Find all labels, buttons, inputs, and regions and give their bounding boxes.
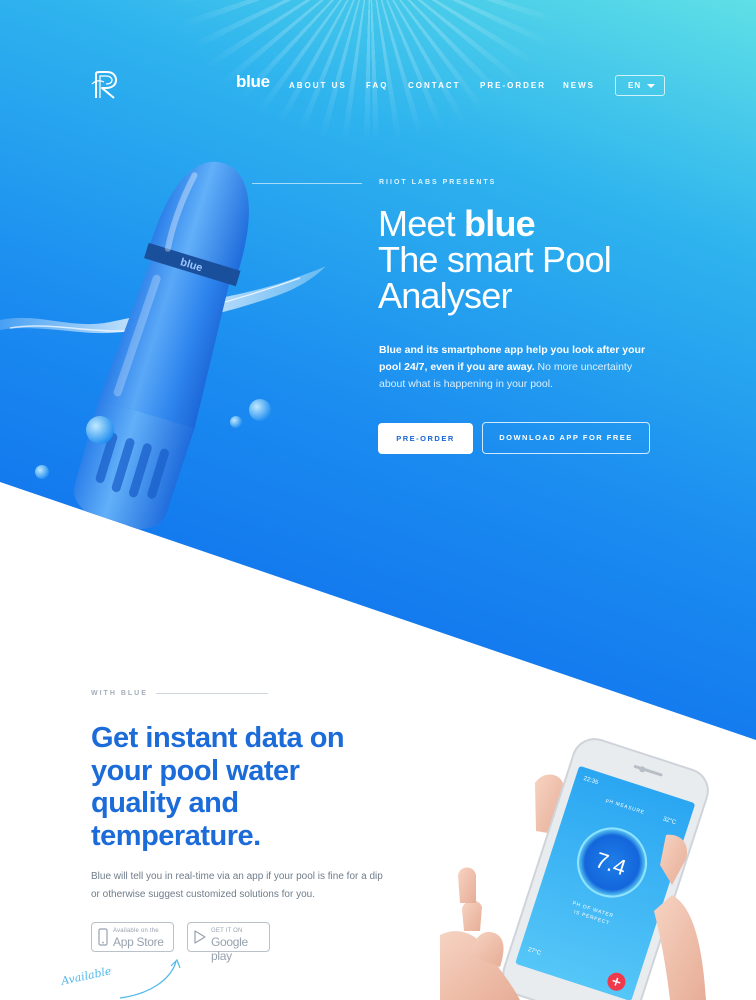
google-play-small-text: GET IT ON <box>211 928 243 934</box>
top-navigation: blue ABOUT US FAQ CONTACT PRE-ORDER NEWS… <box>0 0 756 120</box>
nav-contact[interactable]: CONTACT <box>408 81 461 90</box>
hero-divider <box>252 183 362 184</box>
hero-title-prefix: Meet <box>378 203 465 244</box>
nav-news[interactable]: NEWS <box>563 81 595 90</box>
features-title: Get instant data on your pool water qual… <box>91 722 411 852</box>
features-title-line-3: quality and <box>91 787 239 819</box>
app-store-button[interactable]: Available on the App Store <box>91 922 174 952</box>
app-store-small-text: Available on the <box>113 928 159 934</box>
phone-in-hand-illustration: 22:35 pH MEASURE 32°C 7.4 PH OF WATER IS… <box>440 738 709 1000</box>
apple-phone-icon <box>98 928 108 946</box>
app-store-label: App Store <box>113 935 164 949</box>
brand-name[interactable]: blue <box>236 72 270 92</box>
features-title-line-2: your pool water <box>91 754 300 787</box>
hero-title: Meet blue The smart Pool Analyser <box>378 206 738 314</box>
features-title-line-4: temperature. <box>91 819 261 852</box>
features-description: Blue will tell you in real-time via an a… <box>91 871 383 900</box>
play-icon <box>194 930 206 944</box>
language-selector[interactable]: EN <box>615 75 665 96</box>
riiot-logo[interactable] <box>90 70 122 100</box>
hero-title-line-2: The smart Pool <box>378 239 612 280</box>
download-app-button[interactable]: DOWNLOAD APP FOR FREE <box>482 422 650 454</box>
features-title-line-1: Get instant data on <box>91 722 345 754</box>
pre-order-button[interactable]: PRE-ORDER <box>378 423 473 454</box>
hero-title-bold: blue <box>464 203 536 244</box>
hero-title-line-1: Meet blue <box>378 206 738 242</box>
curved-arrow-icon <box>119 958 181 999</box>
google-play-button[interactable]: GET IT ON Google play <box>187 922 270 963</box>
features-eyebrow: WITH BLUE <box>91 690 148 697</box>
nav-pre-order[interactable]: PRE-ORDER <box>480 81 546 90</box>
hero-description: Blue and its smartphone app help you loo… <box>379 342 649 393</box>
hero-section: blue blue ABOUT US FAQ CONTACT PRE-ORDER… <box>0 0 756 740</box>
chevron-down-icon <box>647 84 655 88</box>
hero-title-line-3: Analyser <box>378 275 512 316</box>
features-divider <box>156 693 268 694</box>
nav-faq[interactable]: FAQ <box>366 81 388 90</box>
nav-about-us[interactable]: ABOUT US <box>289 81 347 90</box>
google-play-label: Google play <box>211 935 248 963</box>
hero-eyebrow: RIIOT LABS PRESENTS <box>379 179 497 186</box>
blue-device-illustration: blue <box>35 161 271 605</box>
language-value: EN <box>628 81 642 90</box>
